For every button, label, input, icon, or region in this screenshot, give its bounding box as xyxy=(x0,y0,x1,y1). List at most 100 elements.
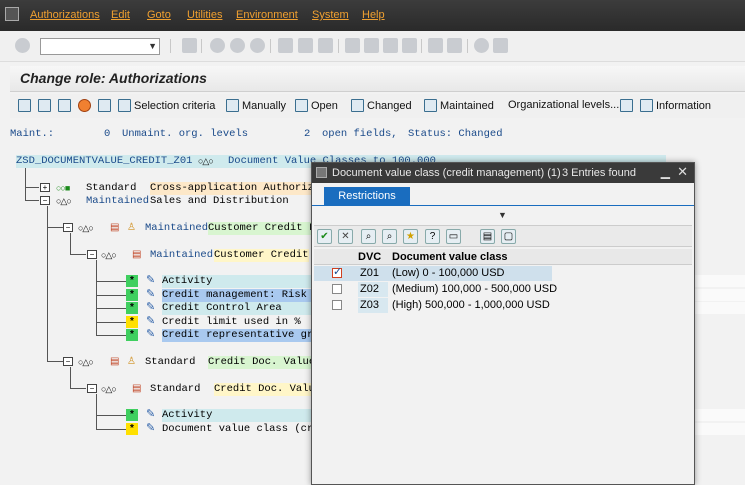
information-label: Information xyxy=(656,99,712,112)
menu-edit[interactable]: Edit xyxy=(111,9,130,21)
cancel-icon[interactable]: ✕ xyxy=(338,229,353,244)
deactivate-icon[interactable] xyxy=(78,99,91,112)
column-header-dvc[interactable]: DVC xyxy=(358,249,381,265)
maintained-button[interactable]: Maintained xyxy=(424,99,494,112)
help-icon[interactable]: ? xyxy=(425,229,440,244)
node1-text[interactable]: Cross-application Authoriza xyxy=(150,182,321,195)
tree-line xyxy=(96,281,126,282)
exit-icon[interactable] xyxy=(230,38,245,53)
layout-menu-icon[interactable] xyxy=(493,38,508,53)
delete-icon[interactable] xyxy=(98,99,111,112)
select-all-icon[interactable]: ▤ xyxy=(480,229,495,244)
print-icon[interactable] xyxy=(278,38,293,53)
splitter-handle-icon[interactable]: ▼ xyxy=(498,210,507,220)
shortcut-icon[interactable] xyxy=(447,38,462,53)
traffic-light-icon: ○△○ xyxy=(101,250,117,260)
first-page-icon[interactable] xyxy=(345,38,360,53)
collapse-icon[interactable]: − xyxy=(63,223,73,232)
chevron-down-icon[interactable]: ▼ xyxy=(148,41,157,51)
field-activity-b[interactable]: Activity xyxy=(162,409,312,422)
selection-criteria-button[interactable]: Selection criteria xyxy=(118,99,215,112)
field-flag: * xyxy=(126,275,138,287)
save-icon[interactable] xyxy=(182,38,197,53)
org-levels-button[interactable]: Organizational levels... xyxy=(508,99,619,111)
collapse-icon[interactable]: − xyxy=(40,196,50,205)
find-icon[interactable]: ⌕ xyxy=(361,229,376,244)
pencil-icon[interactable]: ✎ xyxy=(146,423,157,434)
tab-restrictions[interactable]: Restrictions xyxy=(324,187,410,205)
next-page-icon[interactable] xyxy=(383,38,398,53)
find-icon[interactable] xyxy=(298,38,313,53)
menu-authorizations[interactable]: Authorizations xyxy=(30,9,100,21)
print-icon[interactable]: ▭ xyxy=(446,229,461,244)
node3-text[interactable]: Customer Credit L xyxy=(208,222,316,235)
back-icon[interactable] xyxy=(210,38,225,53)
node6-text[interactable]: Credit Doc. Valu xyxy=(214,383,315,396)
pencil-icon[interactable]: ✎ xyxy=(146,316,157,327)
menu-environment[interactable]: Environment xyxy=(236,9,298,21)
previous-page-icon[interactable] xyxy=(364,38,379,53)
desc-value: (Low) 0 - 100,000 USD xyxy=(392,267,505,279)
background-strip xyxy=(695,275,745,287)
command-field[interactable]: ▼ xyxy=(40,38,160,55)
menu-goto[interactable]: Goto xyxy=(147,9,171,21)
traffic-light-icon: ○△○ xyxy=(101,384,117,394)
enter-icon[interactable] xyxy=(15,38,30,53)
pencil-icon[interactable]: ✎ xyxy=(146,329,157,340)
dialog-title-bar[interactable]: Document value class (credit management)… xyxy=(312,163,694,183)
row-checkbox[interactable] xyxy=(332,284,342,294)
field-document-value-class[interactable]: Document value class (cre xyxy=(162,423,320,436)
maint-label: Maint.: xyxy=(10,128,55,140)
column-header-description[interactable]: Document value class xyxy=(392,249,508,265)
pencil-icon[interactable]: ✎ xyxy=(146,275,157,286)
last-page-icon[interactable] xyxy=(402,38,417,53)
deselect-all-icon[interactable]: ▢ xyxy=(501,229,516,244)
node5-text[interactable]: Credit Doc. Value xyxy=(208,356,316,369)
collapse-icon[interactable]: − xyxy=(87,250,97,259)
field-activity[interactable]: Activity xyxy=(162,275,312,288)
node4-text[interactable]: Customer Credit xyxy=(214,249,309,262)
pencil-icon[interactable]: ✎ xyxy=(146,289,157,300)
collapse-icon[interactable]: − xyxy=(63,357,73,366)
find-next-icon[interactable] xyxy=(318,38,333,53)
dialog-menu-icon[interactable] xyxy=(316,167,327,178)
changed-button[interactable]: Changed xyxy=(351,99,412,112)
cancel-icon[interactable] xyxy=(250,38,265,53)
menu-help[interactable]: Help xyxy=(362,9,385,21)
help-icon[interactable] xyxy=(474,38,489,53)
dialog-title: Document value class (credit management)… xyxy=(332,167,561,179)
sap-menu-icon[interactable] xyxy=(5,7,19,21)
new-session-icon[interactable] xyxy=(428,38,443,53)
copy-icon[interactable] xyxy=(58,99,71,112)
find-next-icon[interactable]: ⌕ xyxy=(382,229,397,244)
close-icon[interactable]: ✕ xyxy=(677,164,688,180)
tree-line xyxy=(96,335,126,336)
node2-text[interactable]: Sales and Distribution xyxy=(150,195,289,208)
field-credit-limit[interactable]: Credit limit used in % xyxy=(162,316,312,329)
minimize-icon[interactable]: ▁ xyxy=(661,165,670,179)
field-credit-representative[interactable]: Credit representative gro xyxy=(162,329,320,342)
generate-icon[interactable] xyxy=(38,99,51,112)
information-button[interactable]: Information xyxy=(640,99,711,112)
manually-button[interactable]: Manually xyxy=(226,99,286,112)
menu-utilities[interactable]: Utilities xyxy=(187,9,222,21)
field-credit-management[interactable]: Credit management: Risk c xyxy=(162,289,320,302)
field-credit-control-area[interactable]: Credit Control Area xyxy=(162,302,312,315)
row-checkbox[interactable] xyxy=(332,300,342,310)
tree-line xyxy=(47,361,63,362)
confirm-icon[interactable]: ✔ xyxy=(317,229,332,244)
menu-system[interactable]: System xyxy=(312,9,349,21)
tree-line xyxy=(96,322,126,323)
expand-icon[interactable]: + xyxy=(40,183,50,192)
collapse-icon[interactable]: − xyxy=(87,384,97,393)
tree-line xyxy=(70,388,86,389)
changed-label: Changed xyxy=(367,99,412,112)
open-button[interactable]: Open xyxy=(295,99,338,112)
open-icon xyxy=(295,99,308,112)
check-icon[interactable] xyxy=(18,99,31,112)
pencil-icon[interactable]: ✎ xyxy=(146,302,157,313)
row-checkbox[interactable]: ✓ xyxy=(332,266,342,278)
tree-legend-icon[interactable] xyxy=(620,99,633,112)
pencil-icon[interactable]: ✎ xyxy=(146,409,157,420)
favorites-icon[interactable]: ★ xyxy=(403,229,418,244)
